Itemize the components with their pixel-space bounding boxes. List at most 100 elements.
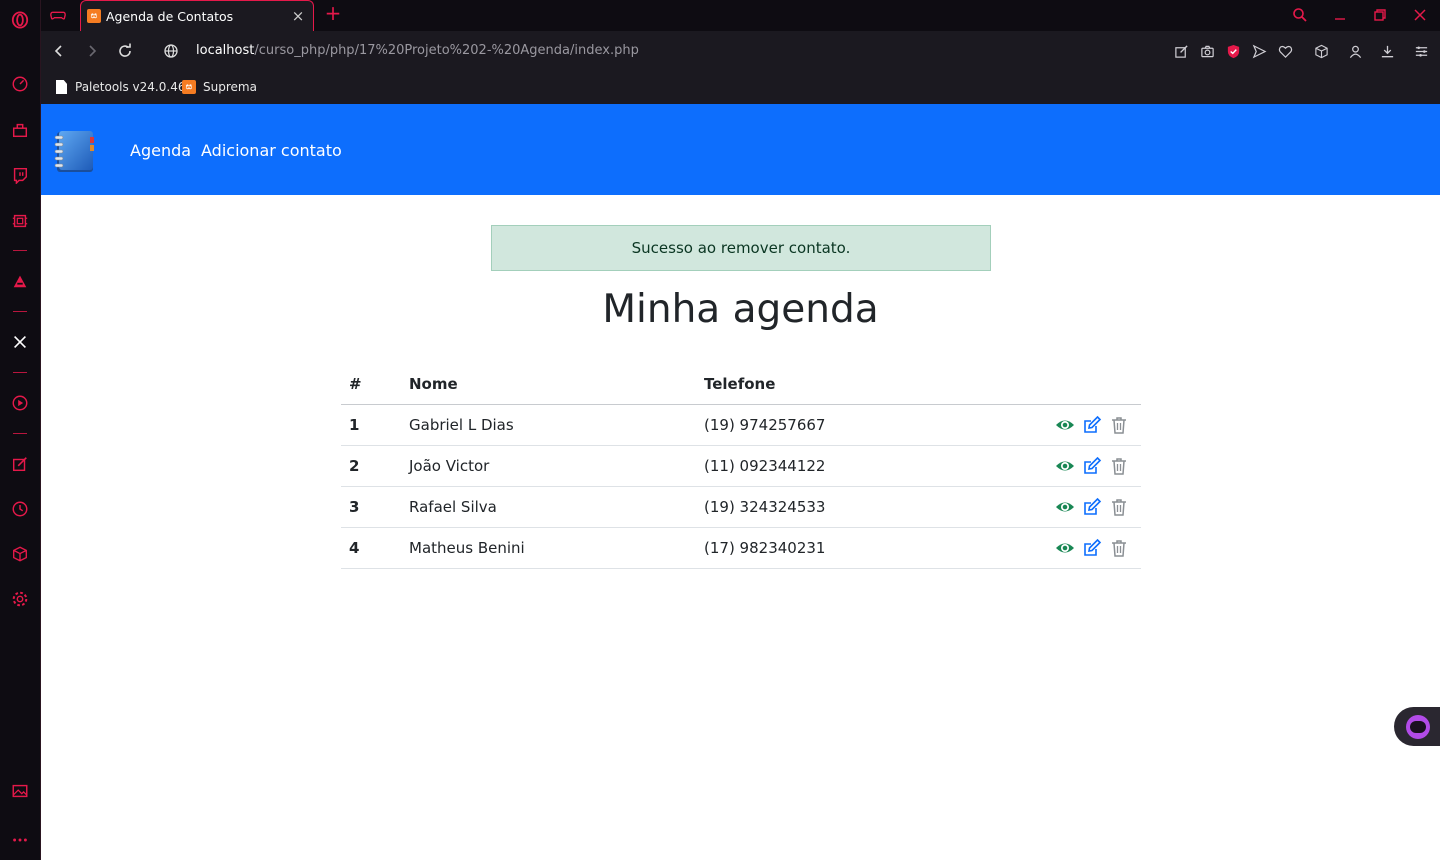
opera-sidebar xyxy=(0,0,41,860)
row-actions xyxy=(1055,405,1129,445)
nav-link-agenda[interactable]: Agenda xyxy=(130,141,191,160)
eye-icon[interactable] xyxy=(1055,497,1075,517)
document-icon xyxy=(56,80,67,94)
row-phone: (19) 324324533 xyxy=(704,498,826,516)
restore-icon[interactable] xyxy=(1369,5,1391,25)
nav-link-add-contact[interactable]: Adicionar contato xyxy=(201,141,342,160)
page-viewport: Agenda Adicionar contato Sucesso ao remo… xyxy=(41,104,1440,860)
row-id: 4 xyxy=(349,539,360,557)
tab-title: Agenda de Contatos xyxy=(106,8,234,24)
snapshot-edit-icon[interactable] xyxy=(1172,42,1190,60)
twitch-icon[interactable] xyxy=(10,165,30,185)
row-name: João Victor xyxy=(409,457,490,475)
download-icon[interactable] xyxy=(1378,42,1396,60)
site-navbar: Agenda Adicionar contato xyxy=(41,104,1440,195)
send-icon[interactable] xyxy=(1250,42,1268,60)
forward-icon[interactable] xyxy=(82,41,102,61)
xampp-icon: ස xyxy=(182,80,196,94)
extensions-icon[interactable] xyxy=(10,544,30,564)
row-actions xyxy=(1055,487,1129,527)
url-field[interactable]: localhost/curso_php/php/17%20Projeto%202… xyxy=(196,43,639,58)
gx-control-icon[interactable] xyxy=(10,211,30,231)
eye-icon[interactable] xyxy=(1055,415,1075,435)
success-alert: Sucesso ao remover contato. xyxy=(491,225,991,271)
row-id: 1 xyxy=(349,416,360,434)
table-header-row: # Nome Telefone xyxy=(341,363,1141,405)
aria-icon[interactable] xyxy=(10,271,30,291)
easy-setup-menu-icon[interactable] xyxy=(1412,42,1430,60)
bookmark-suprema[interactable]: ස Suprema xyxy=(182,77,257,97)
table-row: 1 Gabriel L Dias (19) 974257667 xyxy=(341,405,1141,446)
xampp-icon: ස xyxy=(87,9,101,23)
sidebar-divider xyxy=(13,311,27,312)
settings-gear-icon[interactable] xyxy=(10,589,30,609)
address-bar: localhost/curso_php/php/17%20Projeto%202… xyxy=(41,31,1440,71)
camera-icon[interactable] xyxy=(1198,42,1216,60)
heart-icon[interactable] xyxy=(1276,42,1294,60)
wallpaper-icon[interactable] xyxy=(10,781,30,801)
gx-corner-icon[interactable] xyxy=(10,120,30,140)
site-info-globe-icon[interactable] xyxy=(161,41,181,61)
contacts-table: # Nome Telefone 1 Gabriel L Dias (19) 97… xyxy=(341,363,1141,569)
history-icon[interactable] xyxy=(10,499,30,519)
speed-dial-icon[interactable] xyxy=(10,74,30,94)
opera-logo-icon[interactable] xyxy=(10,10,30,30)
row-phone: (19) 974257667 xyxy=(704,416,826,434)
table-row: 3 Rafael Silva (19) 324324533 xyxy=(341,487,1141,528)
search-tabs-icon[interactable] xyxy=(1289,5,1311,25)
trash-icon[interactable] xyxy=(1109,456,1129,476)
header-id: # xyxy=(349,374,362,393)
row-name: Rafael Silva xyxy=(409,498,497,516)
bookmarks-bar: Paletools v24.0.46 ස Suprema xyxy=(41,71,1440,104)
row-phone: (11) 092344122 xyxy=(704,457,826,475)
sidebar-divider xyxy=(13,433,27,434)
edit-icon[interactable] xyxy=(1082,456,1102,476)
row-phone: (17) 982340231 xyxy=(704,539,826,557)
player-icon[interactable] xyxy=(10,393,30,413)
edit-icon[interactable] xyxy=(1082,538,1102,558)
row-actions xyxy=(1055,528,1129,568)
back-icon[interactable] xyxy=(49,41,69,61)
reload-icon[interactable] xyxy=(115,41,135,61)
active-tab[interactable]: ස Agenda de Contatos × xyxy=(80,0,314,31)
address-book-logo[interactable] xyxy=(53,129,97,174)
trash-icon[interactable] xyxy=(1109,497,1129,517)
header-name: Nome xyxy=(409,374,458,393)
table-row: 2 João Victor (11) 092344122 xyxy=(341,446,1141,487)
row-name: Matheus Benini xyxy=(409,539,525,557)
aria-face-icon xyxy=(1406,714,1430,739)
bookmark-label: Paletools v24.0.46 xyxy=(75,80,186,94)
eye-icon[interactable] xyxy=(1055,456,1075,476)
sidebar-divider xyxy=(13,372,27,373)
table-row: 4 Matheus Benini (17) 982340231 xyxy=(341,528,1141,569)
row-name: Gabriel L Dias xyxy=(409,416,514,434)
pinboard-icon[interactable] xyxy=(10,454,30,474)
bookmark-paletools[interactable]: Paletools v24.0.46 xyxy=(56,77,185,97)
sidebar-divider xyxy=(13,250,27,251)
bookmark-label: Suprema xyxy=(203,80,257,94)
more-options-icon[interactable] xyxy=(10,830,30,850)
edit-icon[interactable] xyxy=(1082,415,1102,435)
profile-icon[interactable] xyxy=(1346,42,1364,60)
x-twitter-icon[interactable] xyxy=(10,332,30,352)
close-tab-icon[interactable]: × xyxy=(291,9,305,24)
header-phone: Telefone xyxy=(704,374,776,393)
gamepad-icon[interactable] xyxy=(49,6,69,26)
eye-icon[interactable] xyxy=(1055,538,1075,558)
trash-icon[interactable] xyxy=(1109,415,1129,435)
url-host: localhost xyxy=(196,43,255,58)
adblock-shield-icon[interactable] xyxy=(1224,42,1242,60)
close-window-icon[interactable] xyxy=(1409,5,1431,25)
row-id: 3 xyxy=(349,498,360,516)
extensions-cube-icon[interactable] xyxy=(1312,42,1330,60)
aria-chat-button[interactable] xyxy=(1394,707,1440,746)
new-tab-icon[interactable]: + xyxy=(323,3,343,23)
minimize-icon[interactable] xyxy=(1329,5,1351,25)
edit-icon[interactable] xyxy=(1082,497,1102,517)
alert-message: Sucesso ao remover contato. xyxy=(631,239,851,257)
row-id: 2 xyxy=(349,457,360,475)
tab-bar: ස Agenda de Contatos × + xyxy=(41,0,1440,31)
row-actions xyxy=(1055,446,1129,486)
url-path: /curso_php/php/17%20Projeto%202-%20Agend… xyxy=(254,43,639,58)
trash-icon[interactable] xyxy=(1109,538,1129,558)
